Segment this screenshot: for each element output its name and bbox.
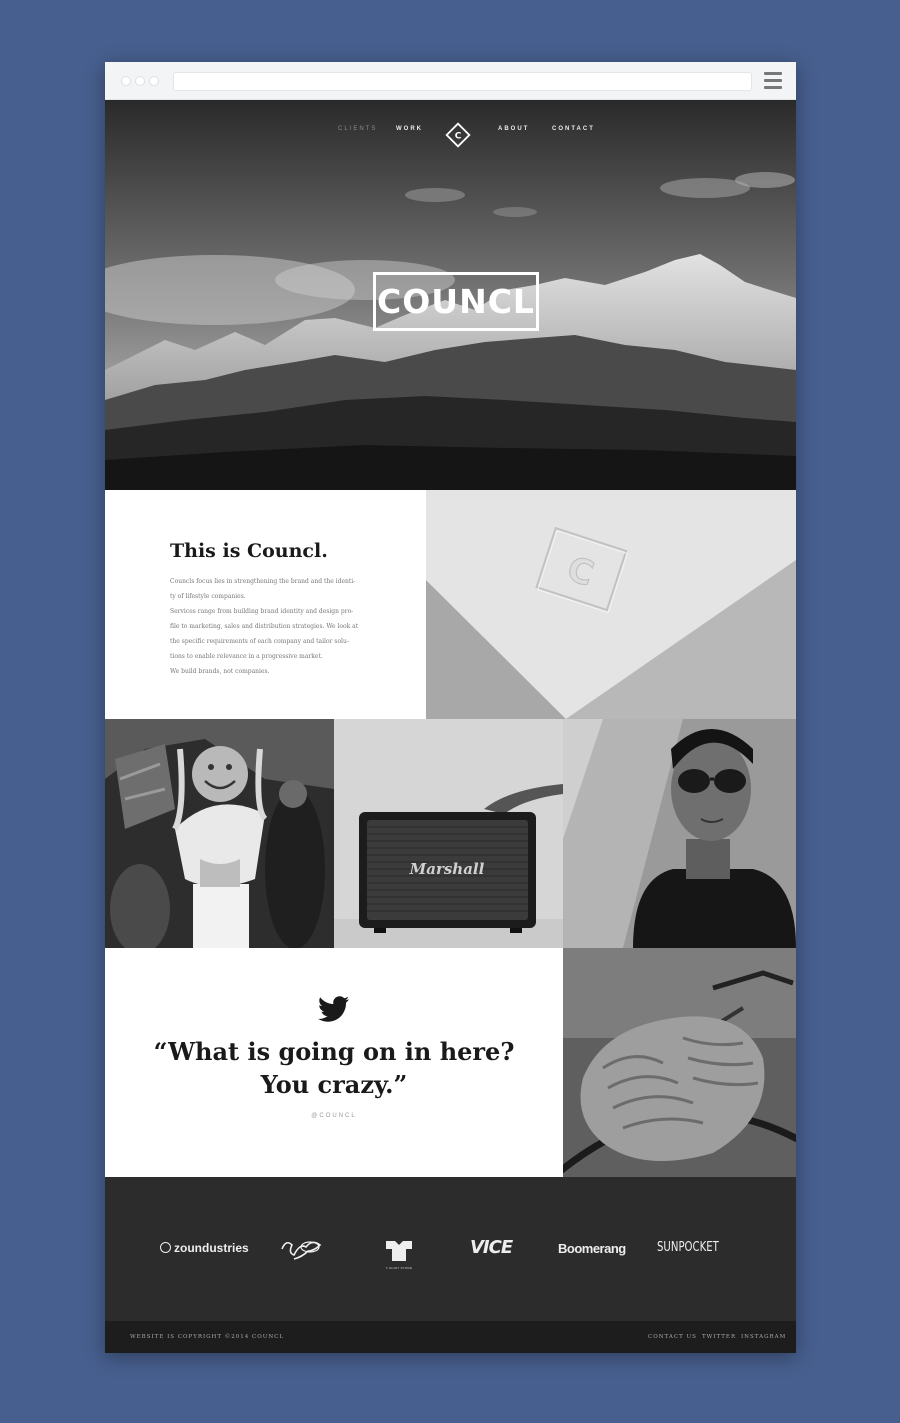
intro-line: file to marketing, sales and distributio… bbox=[170, 623, 359, 630]
marshall-speaker-photo[interactable]: Marshall bbox=[334, 719, 563, 948]
quote-line: You crazy.” bbox=[260, 1070, 408, 1099]
globe-icon bbox=[160, 1242, 171, 1253]
window-dot-icon[interactable] bbox=[150, 77, 158, 85]
footer-link-contact[interactable]: CONTACT US bbox=[648, 1334, 697, 1340]
nav-contact[interactable]: CONTACT bbox=[552, 126, 595, 132]
client-logo-sunpocket[interactable]: SUNPOCKET bbox=[657, 1240, 719, 1255]
nav-clients[interactable]: CLIENTS bbox=[338, 126, 377, 132]
footer-link-instagram[interactable]: INSTAGRAM bbox=[741, 1334, 786, 1340]
browser-window: CLIENTS WORK C ABOUT CONTACT COUNCL This… bbox=[105, 62, 796, 1353]
clients-section: zoundustries T-SHIRT STORE VICE Boomeran… bbox=[105, 1177, 796, 1321]
window-dot-icon[interactable] bbox=[122, 77, 130, 85]
tshirt-icon bbox=[386, 1241, 412, 1261]
intro-section: This is Councl. Councls focus lies in st… bbox=[105, 490, 426, 719]
twitter-bird-icon[interactable] bbox=[318, 996, 350, 1023]
hero-section: CLIENTS WORK C ABOUT CONTACT COUNCL bbox=[105, 100, 796, 490]
intro-line: We build brands, not companies. bbox=[170, 668, 270, 675]
intro-line: tions to enable relevance in a progressi… bbox=[170, 653, 323, 660]
councl-diamond-logo-icon[interactable]: C bbox=[445, 122, 471, 148]
intro-line: Services range from building brand ident… bbox=[170, 608, 354, 615]
tweet-quote-section: “What is going on in here? You crazy.” @… bbox=[105, 948, 563, 1177]
client-name: zoundustries bbox=[174, 1241, 249, 1255]
councl-wordmark: COUNCL bbox=[373, 272, 539, 331]
svg-text:C: C bbox=[455, 132, 462, 142]
browser-chrome bbox=[105, 62, 796, 100]
hamburger-menu-icon[interactable] bbox=[764, 72, 782, 89]
embossed-card-photo[interactable]: C bbox=[426, 490, 796, 719]
window-dot-icon[interactable] bbox=[136, 77, 144, 85]
twitter-handle[interactable]: @COUNCL bbox=[105, 1113, 563, 1119]
party-smiley-photo[interactable] bbox=[105, 719, 334, 948]
intro-line: ty of lifestyle companies. bbox=[170, 593, 246, 600]
client-logo-boomerang[interactable]: Boomerang bbox=[558, 1241, 626, 1256]
knit-sweater-bike-photo[interactable] bbox=[563, 948, 796, 1177]
client-logo-scribble-icon[interactable] bbox=[278, 1235, 322, 1263]
footer-link-twitter[interactable]: TWITTER bbox=[702, 1334, 736, 1340]
client-logo-vice[interactable]: VICE bbox=[470, 1237, 513, 1258]
quote-line: “What is going on in here? bbox=[153, 1037, 515, 1066]
nav-about[interactable]: ABOUT bbox=[498, 126, 529, 132]
intro-paragraph: Councls focus lies in strengthening the … bbox=[170, 574, 380, 679]
client-name: T-SHIRT STORE bbox=[385, 1266, 413, 1270]
top-nav: CLIENTS WORK C ABOUT CONTACT bbox=[105, 122, 796, 148]
copyright-text: WEBSITE IS COPYRIGHT ©2014 COUNCL bbox=[130, 1334, 285, 1340]
intro-line: Councls focus lies in strengthening the … bbox=[170, 578, 356, 585]
intro-line: the specific requirements of each compan… bbox=[170, 638, 349, 645]
footer: WEBSITE IS COPYRIGHT ©2014 COUNCL CONTAC… bbox=[105, 1321, 796, 1353]
address-bar[interactable] bbox=[174, 73, 751, 90]
client-logo-zoundustries[interactable]: zoundustries bbox=[160, 1241, 249, 1255]
marshall-logo: Marshall bbox=[409, 860, 485, 878]
intro-title: This is Councl. bbox=[170, 540, 328, 562]
sunglasses-portrait-photo[interactable] bbox=[563, 719, 796, 948]
client-logo-tshirt-store[interactable]: T-SHIRT STORE bbox=[384, 1239, 414, 1271]
tweet-quote: “What is going on in here? You crazy.” bbox=[105, 1035, 563, 1101]
nav-work[interactable]: WORK bbox=[396, 126, 423, 132]
